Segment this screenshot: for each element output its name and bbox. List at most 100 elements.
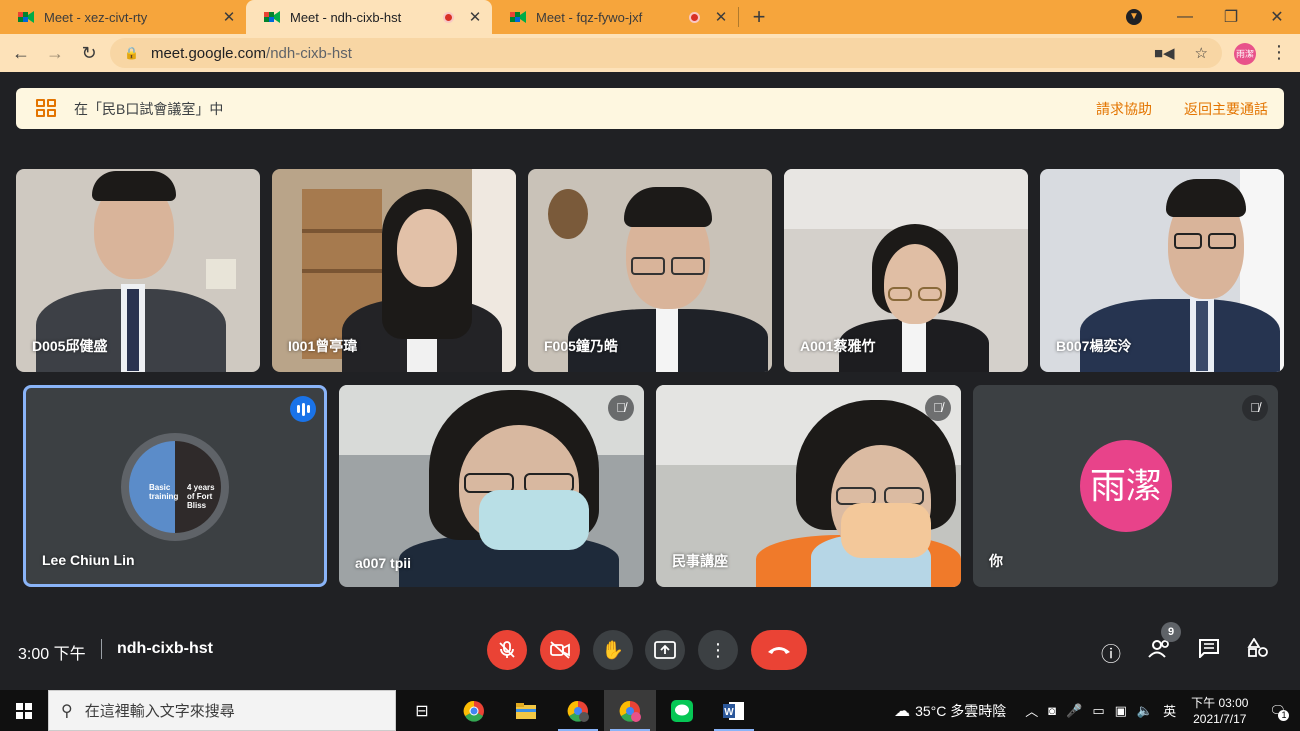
- mic-off-icon: [499, 641, 515, 658]
- taskbar-chrome-profile[interactable]: [552, 690, 604, 731]
- tab-title: Meet - xez-civt-rty: [44, 9, 148, 25]
- window-controls: ▼ — ❐ ✕: [1126, 0, 1300, 34]
- breakout-room-icon: [36, 98, 58, 119]
- browser-menu-icon[interactable]: ⋮: [1270, 42, 1288, 63]
- address-bar[interactable]: 🔒 meet.google.com/ndh-cixb-hst ■◀ ☆: [110, 38, 1222, 68]
- reload-icon[interactable]: ↻: [72, 43, 106, 64]
- close-tab-icon[interactable]: ✕: [714, 8, 728, 26]
- meeting-controls-bar: 3:00 下午 ndh-cixb-hst ✋ ⋮ ⓘ: [0, 620, 1300, 682]
- participant-tile[interactable]: B007楊奕泠: [1040, 169, 1284, 372]
- participant-avatar: Basic training 4 years of Fort Bliss: [121, 433, 229, 541]
- taskbar-chrome[interactable]: [448, 690, 500, 731]
- back-icon[interactable]: ←: [4, 43, 38, 64]
- activities-icon[interactable]: [1244, 637, 1272, 664]
- url-path: /ndh-cixb-hst: [266, 44, 352, 62]
- speaking-indicator-icon: [290, 396, 316, 422]
- folder-icon: [516, 702, 536, 719]
- new-tab-button[interactable]: +: [739, 0, 779, 34]
- participant-name: a007 tpii: [355, 555, 412, 571]
- chat-icon[interactable]: [1195, 638, 1223, 664]
- avatar-text: 4 years of Fort Bliss: [187, 483, 215, 510]
- chrome-icon: [463, 700, 484, 722]
- participant-name: Lee Chiun Lin: [42, 552, 135, 568]
- camera-in-use-icon[interactable]: ■◀: [1154, 44, 1175, 62]
- participant-tile-speaking[interactable]: Basic training 4 years of Fort Bliss Lee…: [23, 385, 327, 587]
- self-tile[interactable]: 雨潔 🎙̸ 你: [973, 385, 1278, 587]
- participant-name: 民事講座: [672, 553, 728, 569]
- task-view-button[interactable]: ⊟: [396, 690, 448, 731]
- hang-up-icon: [768, 647, 790, 654]
- meet-favicon-icon: [510, 11, 526, 23]
- meet-favicon-icon: [18, 11, 34, 23]
- forward-icon[interactable]: →: [38, 43, 72, 64]
- raise-hand-button[interactable]: ✋: [593, 630, 633, 670]
- participant-tile[interactable]: D005邱健盛: [16, 169, 260, 372]
- participant-name: F005鐘乃皓: [544, 338, 618, 354]
- minimize-icon[interactable]: —: [1162, 8, 1208, 26]
- start-button[interactable]: [0, 690, 48, 731]
- taskbar-file-explorer[interactable]: [500, 690, 552, 731]
- profile-avatar[interactable]: 雨潔: [1234, 43, 1256, 65]
- bookmark-star-icon[interactable]: ☆: [1195, 44, 1208, 62]
- network-icon[interactable]: ▣: [1115, 703, 1127, 719]
- meeting-code: ndh-cixb-hst: [117, 640, 213, 657]
- close-window-icon[interactable]: ✕: [1254, 7, 1300, 27]
- line-icon: [671, 699, 693, 722]
- battery-icon[interactable]: ▭: [1092, 703, 1104, 719]
- participant-tile[interactable]: 🎙̸ a007 tpii: [339, 385, 644, 587]
- participant-tile[interactable]: F005鐘乃皓: [528, 169, 772, 372]
- windows-taskbar: ⚲ 在這裡輸入文字來搜尋 ⊟ W ☁ 35°C 多雲時陰 ︿ ◙ 🎤 ▭ ▣ 🔈…: [0, 690, 1300, 731]
- browser-tab-strip: Meet - xez-civt-rty ✕ Meet - ndh-cixb-hs…: [0, 0, 1300, 34]
- microphone-tray-icon[interactable]: 🎤: [1066, 703, 1082, 719]
- participant-name: B007楊奕泠: [1056, 338, 1132, 354]
- camera-toggle-button[interactable]: [540, 630, 580, 670]
- return-to-main-call-link[interactable]: 返回主要通話: [1184, 99, 1268, 119]
- ask-for-help-link[interactable]: 請求協助: [1096, 99, 1152, 119]
- input-method-indicator[interactable]: 英: [1163, 701, 1176, 720]
- close-tab-icon[interactable]: ✕: [468, 8, 482, 26]
- close-tab-icon[interactable]: ✕: [222, 8, 236, 26]
- participant-name: D005邱健盛: [32, 338, 108, 354]
- weather-text[interactable]: 35°C 多雲時陰: [915, 701, 1006, 721]
- taskbar-clock[interactable]: 下午 03:00 2021/7/17: [1191, 695, 1248, 727]
- meeting-time: 3:00 下午: [18, 646, 86, 663]
- meet-now-icon[interactable]: ◙: [1048, 703, 1056, 718]
- more-vert-icon: ⋮: [709, 639, 727, 660]
- browser-tab-2[interactable]: Meet - ndh-cixb-hst ✕: [246, 0, 492, 34]
- participant-name: A001蔡雅竹: [800, 338, 876, 354]
- search-icon: ⚲: [61, 702, 73, 720]
- show-hidden-icons-icon[interactable]: ︿: [1025, 701, 1038, 720]
- present-screen-button[interactable]: [645, 630, 685, 670]
- search-placeholder: 在這裡輸入文字來搜尋: [84, 703, 235, 720]
- restore-icon[interactable]: ❐: [1208, 7, 1254, 27]
- browser-profile-icon[interactable]: ▼: [1126, 9, 1142, 25]
- taskbar-search-box[interactable]: ⚲ 在這裡輸入文字來搜尋: [48, 690, 396, 731]
- tab-title: Meet - ndh-cixb-hst: [290, 9, 402, 25]
- weather-cloud-icon[interactable]: ☁: [894, 701, 910, 721]
- volume-icon[interactable]: 🔈: [1137, 703, 1153, 719]
- taskbar-word[interactable]: W: [708, 690, 760, 731]
- taskbar-chrome-active[interactable]: [604, 690, 656, 731]
- taskbar-line[interactable]: [656, 690, 708, 731]
- breakout-room-banner: 在「民B口試會議室」中 請求協助 返回主要通話: [16, 88, 1284, 129]
- browser-tab-3[interactable]: Meet - fqz-fywo-jxf ✕: [492, 0, 738, 34]
- svg-text:W: W: [724, 707, 734, 718]
- meeting-info-icon[interactable]: ⓘ: [1097, 638, 1125, 667]
- people-count-badge: 9: [1161, 622, 1181, 642]
- recording-indicator-icon: [443, 11, 454, 23]
- browser-tab-1[interactable]: Meet - xez-civt-rty ✕: [0, 0, 246, 34]
- notification-center-icon[interactable]: 🗨 1: [1269, 703, 1290, 721]
- more-options-button[interactable]: ⋮: [698, 630, 738, 670]
- participant-tile[interactable]: 🎙̸ 民事講座: [656, 385, 961, 587]
- lock-icon[interactable]: 🔒: [124, 46, 139, 60]
- system-tray: ☁ 35°C 多雲時陰 ︿ ◙ 🎤 ▭ ▣ 🔈 英 下午 03:00 2021/…: [889, 690, 1300, 731]
- participant-tile[interactable]: I001曾亭瑋: [272, 169, 516, 372]
- microphone-toggle-button[interactable]: [487, 630, 527, 670]
- participant-name: 你: [989, 553, 1003, 569]
- recording-indicator-icon: [689, 11, 700, 23]
- muted-mic-icon: 🎙̸: [608, 395, 634, 421]
- windows-logo-icon: [16, 702, 32, 719]
- participant-tile[interactable]: A001蔡雅竹: [784, 169, 1028, 372]
- camera-off-icon: [550, 641, 570, 659]
- leave-call-button[interactable]: [751, 630, 807, 670]
